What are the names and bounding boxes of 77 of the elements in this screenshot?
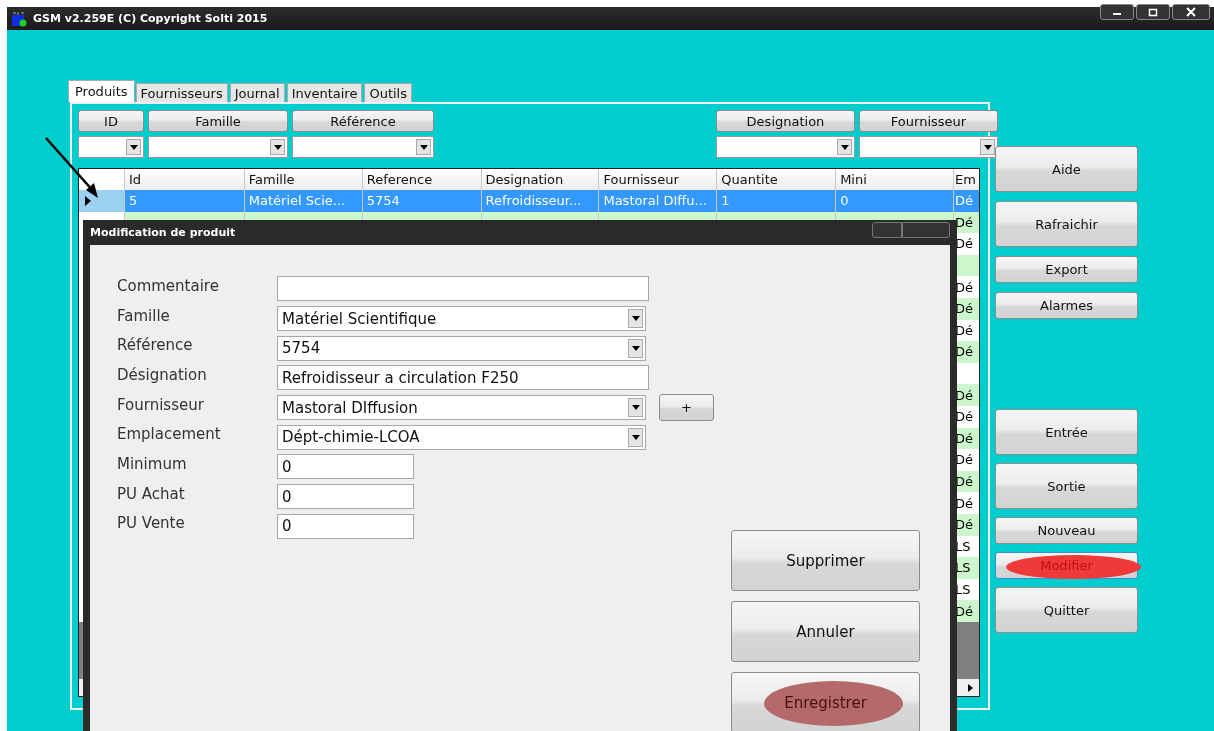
caret-icon <box>631 316 640 322</box>
maximize-button[interactable] <box>1136 4 1170 20</box>
column-header[interactable]: Em <box>954 169 979 190</box>
action-button[interactable]: Aide <box>995 146 1138 192</box>
sort-button[interactable]: Famille <box>148 110 288 132</box>
close-icon <box>1186 7 1196 17</box>
caret-icon <box>631 434 640 440</box>
field-label: Commentaire <box>117 276 220 295</box>
combo-box[interactable]: Mastoral DIffusion <box>277 395 646 421</box>
combo-box[interactable]: Matériel Scientifique <box>277 306 646 332</box>
table-cell: Matériel Scie... <box>248 193 346 209</box>
text-field[interactable]: Refroidisseur a circulation F250 <box>277 365 649 391</box>
filter-dropdown[interactable] <box>716 136 855 158</box>
table-cell: 5 <box>128 193 138 209</box>
number-field[interactable]: 0 <box>277 454 414 480</box>
caret-icon <box>983 144 992 150</box>
caret-icon <box>840 144 849 150</box>
sort-button[interactable]: Référence <box>292 110 434 132</box>
dialog-button[interactable]: Supprimer <box>731 530 920 591</box>
corner-header <box>79 169 125 190</box>
filter-dropdown[interactable] <box>148 136 288 158</box>
combo-box[interactable]: Dépt-chimie-LCOA <box>277 424 646 450</box>
restore-icon <box>1148 7 1158 17</box>
tab[interactable]: Produits <box>68 80 135 102</box>
caption-button[interactable] <box>872 222 902 238</box>
action-button[interactable]: Nouveau <box>995 517 1138 544</box>
current-row-icon <box>85 195 91 206</box>
caret-icon <box>631 345 640 351</box>
action-button[interactable]: Alarmes <box>995 292 1138 319</box>
action-button[interactable]: Rafraichir <box>995 201 1138 247</box>
caret-icon <box>129 144 138 150</box>
dialog-button[interactable]: Enregistrer <box>731 672 920 731</box>
field-label: Désignation <box>117 365 208 384</box>
table-cell: Mastoral DIffu... <box>603 193 707 209</box>
sort-button[interactable]: Fournisseur <box>859 110 998 132</box>
field-label: PU Vente <box>117 514 186 533</box>
number-field[interactable]: 0 <box>277 513 414 539</box>
dialog-button[interactable]: Annuler <box>731 601 920 662</box>
table-cell: Refroidisseur... <box>485 193 582 209</box>
annotation-arrow <box>44 136 100 200</box>
filter-dropdown[interactable] <box>78 136 144 158</box>
table-cell: 0 <box>840 193 849 209</box>
field-label: Fournisseur <box>117 395 205 414</box>
tab[interactable]: Inventaire <box>286 83 363 102</box>
action-button[interactable]: Sortie <box>995 463 1138 509</box>
action-button[interactable]: Quitter <box>995 587 1138 633</box>
field-label: PU Achat <box>117 484 186 503</box>
tab[interactable]: Fournisseurs <box>135 83 228 102</box>
dialog-title: Modification de produit <box>90 226 236 240</box>
close-button[interactable] <box>1172 4 1210 20</box>
field-label: Minimum <box>117 454 188 473</box>
field-label: Référence <box>117 336 194 355</box>
field-label: Famille <box>117 306 171 325</box>
caret-icon <box>419 144 428 150</box>
table-cell: 1 <box>721 193 730 209</box>
number-field[interactable]: 0 <box>277 484 414 510</box>
minimize-button[interactable] <box>1100 4 1134 20</box>
row-header[interactable] <box>79 190 125 212</box>
filter-dropdown[interactable] <box>859 136 998 158</box>
sort-button[interactable]: ID <box>78 110 144 132</box>
tab[interactable]: Journal <box>229 83 285 102</box>
filter-dropdown[interactable] <box>292 136 434 158</box>
window-title: GSM v2.259E (C) Copyright Solti 2015 <box>33 12 268 25</box>
text-field[interactable] <box>277 276 649 302</box>
table-cell: Dé <box>955 193 974 209</box>
add-button[interactable]: + <box>659 394 714 422</box>
field-label: Emplacement <box>117 425 222 444</box>
caret-icon <box>273 144 282 150</box>
combo-box[interactable]: 5754 <box>277 335 646 361</box>
caption-button[interactable] <box>902 222 950 238</box>
app-icon <box>11 10 27 27</box>
table-cell: 5754 <box>366 193 400 209</box>
scroll-right-icon <box>968 683 973 692</box>
action-button[interactable]: Entrée <box>995 409 1138 455</box>
action-button[interactable]: Export <box>995 256 1138 283</box>
tab[interactable]: Outils <box>364 83 412 102</box>
sort-button[interactable]: Designation <box>716 110 855 132</box>
